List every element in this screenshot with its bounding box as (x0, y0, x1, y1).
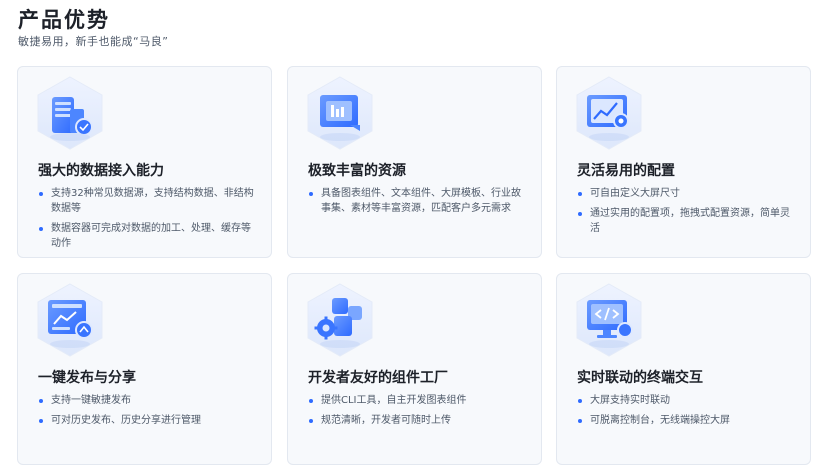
resource-window-icon (307, 76, 373, 150)
list-item: 具备图表组件、文本组件、大屏模板、行业故事集、素材等丰富资源，匹配客户多元需求 (308, 186, 530, 216)
advantages-grid: 强大的数据接入能力 支持32种常见数据源，支持结构数据、非结构数据等 数据容器可… (17, 66, 811, 466)
card-points: 具备图表组件、文本组件、大屏模板、行业故事集、素材等丰富资源，匹配客户多元需求 (308, 186, 530, 221)
advantage-card-component-factory: 开发者友好的组件工厂 提供CLI工具，自主开发图表组件 规范清晰，开发者可随时上… (287, 273, 542, 465)
card-title: 强大的数据接入能力 (38, 163, 164, 179)
card-points: 可自由定义大屏尺寸 通过实用的配置项，拖拽式配置资源，简单灵活 (577, 186, 799, 241)
card-title: 极致丰富的资源 (308, 163, 406, 179)
list-item: 支持32种常见数据源，支持结构数据、非结构数据等 (38, 186, 260, 216)
card-title: 灵活易用的配置 (577, 163, 675, 179)
list-item: 支持一键敏捷发布 (38, 393, 260, 408)
list-item: 提供CLI工具，自主开发图表组件 (308, 393, 530, 408)
advantage-card-terminal: 实时联动的终端交互 大屏支持实时联动 可脱离控制台，无线端操控大屏 (556, 273, 811, 465)
list-item: 可脱离控制台，无线端操控大屏 (577, 413, 799, 428)
list-item: 通过实用的配置项，拖拽式配置资源，简单灵活 (577, 206, 799, 236)
card-points: 支持一键敏捷发布 可对历史发布、历史分享进行管理 (38, 393, 260, 433)
advantage-card-config: 灵活易用的配置 可自由定义大屏尺寸 通过实用的配置项，拖拽式配置资源，简单灵活 (556, 66, 811, 258)
list-item: 数据容器可完成对数据的加工、处理、缓存等动作 (38, 221, 260, 251)
page-subtitle: 敏捷易用，新手也能成“马良” (18, 35, 169, 48)
card-points: 提供CLI工具，自主开发图表组件 规范清晰，开发者可随时上传 (308, 393, 530, 433)
list-item: 规范清晰，开发者可随时上传 (308, 413, 530, 428)
card-points: 大屏支持实时联动 可脱离控制台，无线端操控大屏 (577, 393, 799, 433)
config-chart-icon (576, 76, 642, 150)
card-title: 一键发布与分享 (38, 370, 136, 386)
card-points: 支持32种常见数据源，支持结构数据、非结构数据等 数据容器可完成对数据的加工、处… (38, 186, 260, 256)
database-icon (37, 76, 103, 150)
advantage-card-data-access: 强大的数据接入能力 支持32种常见数据源，支持结构数据、非结构数据等 数据容器可… (17, 66, 272, 258)
advantage-card-publish: 一键发布与分享 支持一键敏捷发布 可对历史发布、历史分享进行管理 (17, 273, 272, 465)
advantage-card-resources: 极致丰富的资源 具备图表组件、文本组件、大屏模板、行业故事集、素材等丰富资源，匹… (287, 66, 542, 258)
card-title: 开发者友好的组件工厂 (308, 370, 448, 386)
card-title: 实时联动的终端交互 (577, 370, 703, 386)
list-item: 大屏支持实时联动 (577, 393, 799, 408)
list-item: 可自由定义大屏尺寸 (577, 186, 799, 201)
publish-share-icon (37, 283, 103, 357)
terminal-code-icon (576, 283, 642, 357)
page-title: 产品优势 (18, 8, 110, 32)
component-factory-icon (307, 283, 373, 357)
list-item: 可对历史发布、历史分享进行管理 (38, 413, 260, 428)
